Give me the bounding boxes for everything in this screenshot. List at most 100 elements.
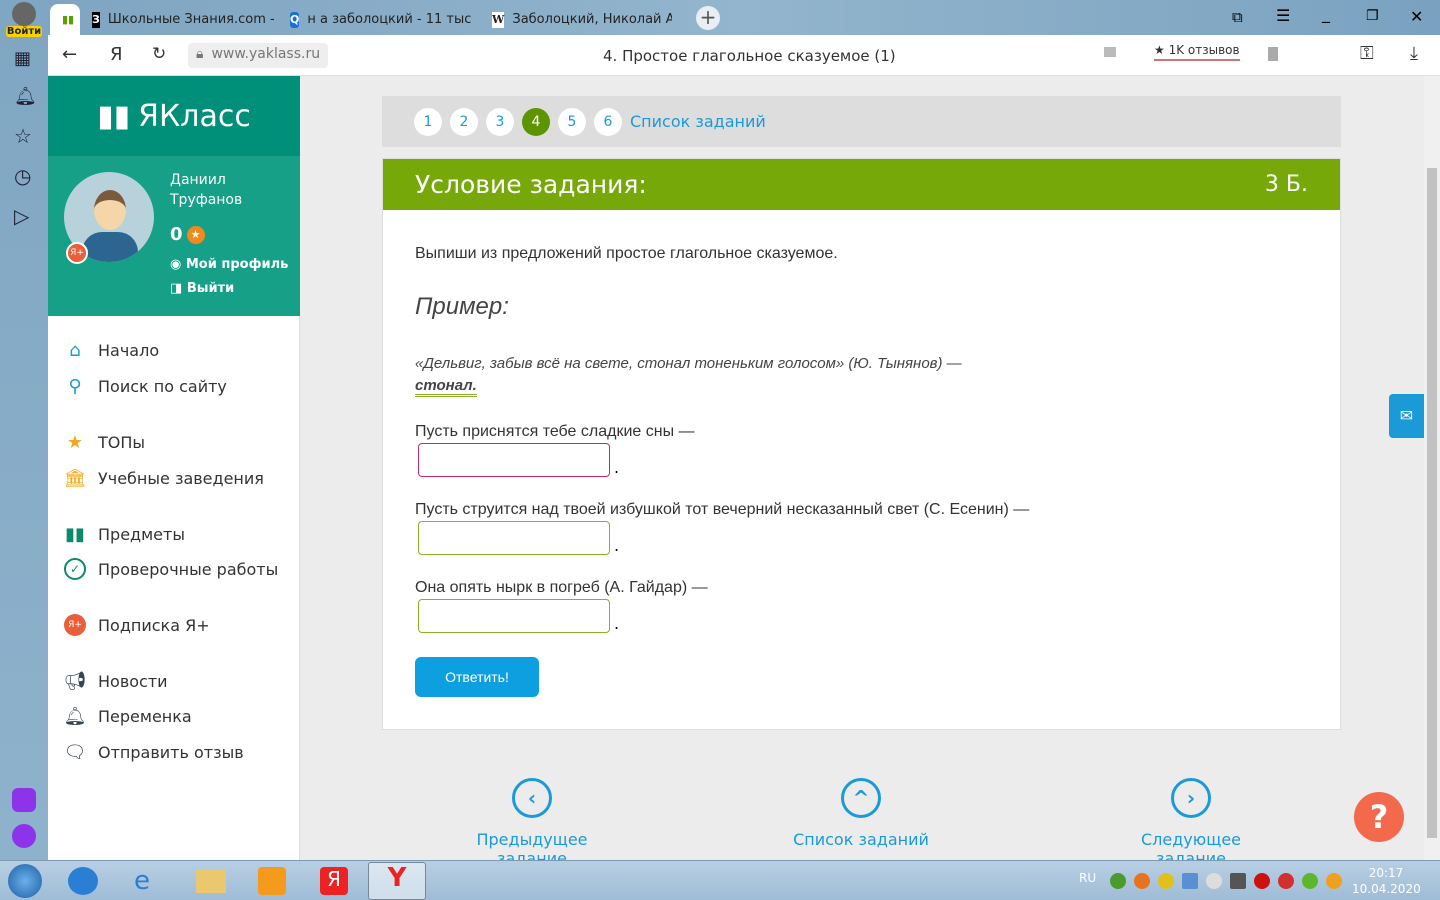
sidebar-item-news[interactable]: 📢︎ Новости	[64, 670, 168, 692]
answer-input-3[interactable]	[418, 599, 610, 633]
tab-search[interactable]: Qн а заболоцкий - 11 тыс. р	[280, 4, 472, 35]
tray-download-icon[interactable]	[1302, 873, 1318, 889]
sidebar-item-tops[interactable]: ★ ТОПы	[64, 431, 145, 453]
points: 0 ★	[170, 224, 205, 245]
star-icon[interactable]: ☆	[14, 124, 32, 148]
home-icon: ⌂	[69, 339, 81, 361]
yandex-icon[interactable]: Я	[110, 44, 123, 65]
yaklass-logo[interactable]: ▮▮ ЯКласс	[48, 76, 300, 156]
main-content: 1 2 3 4 5 6 Список заданий Условие задан…	[300, 76, 1424, 868]
history-icon[interactable]: ◷	[14, 164, 31, 188]
close-button[interactable]: ✕	[1410, 7, 1423, 26]
comment-icon[interactable]	[1104, 47, 1116, 57]
bookmarks-panel-icon[interactable]: ⧉	[1232, 8, 1243, 26]
video-icon[interactable]: ▷	[14, 204, 29, 228]
answer-input-1[interactable]	[418, 443, 610, 477]
step-1[interactable]: 1	[414, 107, 442, 136]
sidebar-item-subscription[interactable]: Я+ Подписка Я+	[64, 614, 210, 636]
taskbar: e Я Y RU 20:17 10.04.2020	[0, 860, 1440, 900]
system-tray	[1110, 873, 1350, 893]
url-field[interactable]: 🔒︎ www.yaklass.ru	[188, 43, 329, 68]
tray-v-icon[interactable]	[1254, 873, 1270, 889]
question-1: Пусть приснятся тебе сладкие сны —	[415, 423, 695, 440]
tray-app-icon[interactable]	[1134, 873, 1150, 889]
answer-input-2[interactable]	[418, 521, 610, 555]
sidebar-item-search[interactable]: ⚲ Поиск по сайту	[64, 375, 226, 397]
tray-network-app-icon[interactable]	[1182, 873, 1198, 889]
clock[interactable]: 20:17 10.04.2020	[1352, 865, 1421, 897]
bookmark-icon[interactable]	[1268, 47, 1278, 61]
minimize-button[interactable]: _	[1322, 4, 1330, 23]
star-icon: ★	[66, 431, 84, 453]
new-tab-button[interactable]: +	[696, 6, 720, 30]
language-indicator[interactable]: RU	[1079, 871, 1096, 885]
bell-icon: 🔔︎	[63, 705, 87, 727]
step-6[interactable]: 6	[594, 107, 622, 136]
submit-button[interactable]: Ответить!	[415, 657, 539, 697]
apps-icon[interactable]: ▦	[14, 48, 31, 69]
megaphone-icon: 📢︎	[63, 670, 87, 692]
antivirus-icon[interactable]	[1110, 873, 1126, 889]
tray-game-icon[interactable]	[1278, 873, 1294, 889]
sidebar-item-subjects[interactable]: ▮▮ Предметы	[64, 523, 185, 545]
star-coin-icon: ★	[186, 225, 205, 244]
step-4[interactable]: 4	[522, 107, 550, 136]
task-list-link[interactable]: Список заданий	[630, 112, 766, 131]
tab-wikipedia[interactable]: WЗаболоцкий, Николай Але	[482, 4, 672, 35]
instruction: Выпиши из предложений простое глагольное…	[415, 245, 838, 262]
my-profile-link[interactable]: ◉ Мой профиль	[170, 257, 288, 272]
alice-voice-icon[interactable]	[12, 824, 36, 848]
tab-bar: ▮▮ З Школьные Знания.com - Р Qн а заболоц…	[48, 0, 1440, 35]
logout-link[interactable]: ◨ Выйти	[170, 281, 234, 296]
sidebar-item-feedback[interactable]: 🗨︎ Отправить отзыв	[64, 741, 244, 763]
taskbar-yandex[interactable]: Я	[320, 867, 348, 895]
login-button[interactable]: Войти	[6, 2, 42, 37]
task-header: Условие задания: 3 Б.	[383, 159, 1340, 210]
next-task-link[interactable]: › Следующее задание	[1106, 778, 1276, 868]
step-2[interactable]: 2	[450, 107, 478, 136]
tab-yaklass[interactable]: ▮▮	[50, 4, 80, 35]
question-2: Пусть струится над твоей избушкой тот ве…	[415, 501, 1030, 518]
taskbar-ie[interactable]: e	[134, 867, 164, 895]
step-3[interactable]: 3	[486, 107, 514, 136]
reload-icon[interactable]: ↻	[152, 44, 166, 64]
tray-flower-icon[interactable]	[1326, 873, 1342, 889]
menu-icon[interactable]: ☰	[1276, 6, 1290, 25]
scroll-thumb[interactable]	[1427, 168, 1437, 838]
download-icon[interactable]: ⤓	[1410, 43, 1418, 64]
taskbar-ie-old[interactable]	[68, 867, 98, 895]
step-5[interactable]: 5	[558, 107, 586, 136]
back-icon[interactable]: ←	[62, 44, 77, 65]
prev-task-link[interactable]: ‹ Предыдущее задание	[440, 778, 624, 868]
logout-icon: ◨	[170, 281, 187, 296]
yaklass-favicon: ▮▮	[61, 13, 75, 26]
vertical-scrollbar[interactable]	[1424, 76, 1440, 860]
taskbar-yandex-browser[interactable]: Y	[368, 862, 426, 900]
start-button[interactable]	[8, 864, 42, 898]
feedback-mail-button[interactable]: ✉	[1389, 394, 1424, 438]
sidebar-item-tests[interactable]: ✓ Проверочные работы	[64, 558, 278, 580]
sidebar-item-home[interactable]: ⌂ Начало	[64, 339, 159, 361]
tab-znanija[interactable]: З Школьные Знания.com - Р	[82, 4, 274, 35]
task-card: Условие задания: 3 Б. Выпиши из предложен…	[382, 158, 1341, 730]
feedback-icon: 🗨︎	[63, 741, 87, 763]
network-icon[interactable]	[1230, 873, 1246, 889]
chevron-right-icon: ›	[1171, 778, 1211, 818]
tray-add-icon[interactable]	[1158, 873, 1174, 889]
restore-button[interactable]: ❐	[1366, 8, 1379, 24]
user-last-name: Труфанов	[170, 192, 243, 208]
user-icon	[12, 2, 36, 26]
help-button[interactable]: ?	[1354, 792, 1404, 842]
task-steps: 1 2 3 4 5 6 Список заданий	[382, 96, 1341, 147]
taskbar-media[interactable]	[258, 867, 286, 895]
sidebar-item-break[interactable]: 🔔︎ Переменка	[64, 705, 192, 727]
protect-icon[interactable]: ⚿	[1360, 43, 1374, 64]
volume-icon[interactable]	[1206, 873, 1222, 889]
reviews-button[interactable]: ★ 1K отзывов	[1154, 43, 1240, 61]
profile-block: Я+ Даниил Труфанов 0 ★ ◉ Мой профиль ◨ Вы…	[48, 156, 300, 316]
bell-icon[interactable]: 🔔︎	[14, 86, 37, 107]
task-list-bottom-link[interactable]: ^ Список заданий	[780, 778, 942, 849]
alice-icon[interactable]	[12, 788, 36, 812]
taskbar-explorer[interactable]	[196, 869, 226, 893]
sidebar-item-institutions[interactable]: 🏛︎ Учебные заведения	[64, 467, 264, 489]
